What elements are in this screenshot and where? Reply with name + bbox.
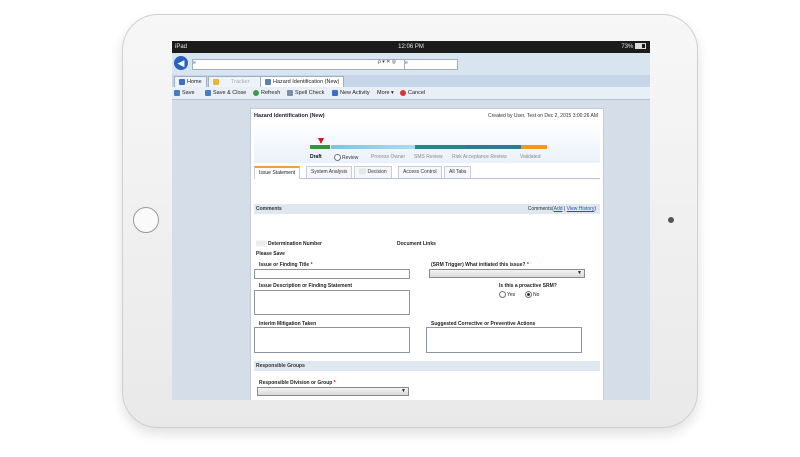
form-title: Hazard Identification (New) [254,113,325,119]
battery-icon [635,43,646,50]
refresh-button[interactable]: Refresh [253,87,280,99]
responsible-division-label: Responsible Division or Group * [259,380,336,386]
current-stage-marker-icon [318,138,324,144]
new-activity-button[interactable]: New Activity [332,87,370,99]
save-close-icon [205,89,211,96]
comments-header: Comments Comments(Add | View History) [254,204,600,214]
save-close-button[interactable]: Save & Close [205,87,246,99]
tab-all-tabs[interactable]: All Tabs [444,166,472,178]
battery-status: 73% [621,41,646,53]
stage-bar-risk [465,145,521,149]
hazard-form: Hazard Identification (New) Created by U… [250,108,604,400]
ie-logo-icon: e [405,60,408,66]
stage-bar-sms [415,145,465,149]
radio-yes-icon[interactable] [499,291,506,298]
document-icon [265,78,271,85]
ie-logo-icon: e [193,60,196,66]
home-button[interactable] [133,207,159,233]
stage-bar-review [331,145,415,149]
srm-trigger-select[interactable]: ▼ [429,269,585,278]
stage-process-owner: Process Owner [371,154,406,160]
tab-issue-statement[interactable]: Issue Statement [254,166,301,179]
chevron-down-icon: ▼ [401,388,406,394]
save-button[interactable]: Save [174,87,195,99]
proactive-no-option[interactable]: No [525,291,539,298]
refresh-icon [253,89,259,96]
form-toolbar: Save Save & Close Refresh Spell Check Ne… [172,87,650,100]
interim-mitigation-textarea[interactable] [254,327,410,353]
responsible-groups-header: Responsible Groups [254,361,600,371]
status-bar: iPad 12:06 PM 73% [172,41,650,53]
stage-bar-validated [521,145,547,149]
tab-decision[interactable]: ▒▒ Decision [354,166,392,178]
suggested-actions-textarea[interactable] [426,327,582,353]
form-tabs: Issue Statement System Analysis ▒▒ Decis… [254,166,600,179]
camera-dot [668,217,674,223]
add-comment-link[interactable]: Add [554,206,563,212]
radio-no-icon[interactable] [525,291,532,298]
issue-title-input[interactable] [254,269,410,279]
spell-check-button[interactable]: Spell Check [287,87,324,99]
address-bar: ◀ e ρ ▾ ✕ ◎ e [172,53,650,76]
stage-risk-acceptance: Risk Acceptance Review [452,154,507,160]
srm-trigger-label: (SRM Trigger) What initiated this issue?… [431,262,529,268]
proactive-yes-option[interactable]: Yes [499,291,515,298]
cancel-icon [400,89,406,96]
created-info: Created by User, Test on Dec 2, 2015 3:0… [488,113,598,119]
document-links-label: Document Links [397,241,436,247]
save-icon [174,89,180,96]
determination-number-label: ▒▒▒ Determination Number [256,241,322,247]
status-time: 12:06 PM [398,44,424,50]
spell-check-icon [287,89,293,96]
content-area: Hazard Identification (New) Created by U… [172,100,650,400]
stage-review-indicator-icon [334,154,341,161]
battery-percent: 73% [621,44,634,50]
url-tools[interactable]: ρ ▾ ✕ ◎ [378,59,402,68]
view-history-link[interactable]: View History [567,206,595,212]
chevron-down-icon: ▼ [577,270,582,276]
tab-search-input[interactable]: e [404,59,458,70]
comments-links: Comments(Add | View History) [527,206,596,212]
workflow-progress: Draft Review Process Owner SMS Review Ri… [254,123,600,163]
tab-access-control[interactable]: Access Control [398,166,442,178]
responsible-division-select[interactable]: ▼ [257,387,409,396]
stage-sms-review: SMS Review [414,154,443,160]
tab-system-analysis[interactable]: System Analysis [306,166,353,178]
browser-tabs: Home Tracker Hazard Identification (New) [172,75,650,88]
ipad-screen: iPad 12:06 PM 73% ◀ e ρ ▾ ✕ ◎ e Home Tra… [172,41,650,400]
issue-description-textarea[interactable] [254,290,410,315]
issue-description-label: Issue Description or Finding Statement [259,283,353,289]
home-icon [179,78,185,85]
new-activity-icon [332,89,338,96]
stage-validated: Validated [520,154,541,160]
stage-review: Review [334,154,358,161]
issue-title-label: Issue or Finding Title * [259,262,313,268]
folder-icon [213,78,219,85]
stage-bar-draft [310,145,330,149]
back-arrow-icon[interactable]: ◀ [174,56,188,70]
cancel-button[interactable]: Cancel [400,87,425,99]
more-menu-button[interactable]: More ▾ [377,87,394,99]
proactive-srm-label: Is this a proactive SRM? [499,283,557,289]
stage-draft: Draft [310,154,322,160]
please-save-text: Please Save [256,251,285,257]
